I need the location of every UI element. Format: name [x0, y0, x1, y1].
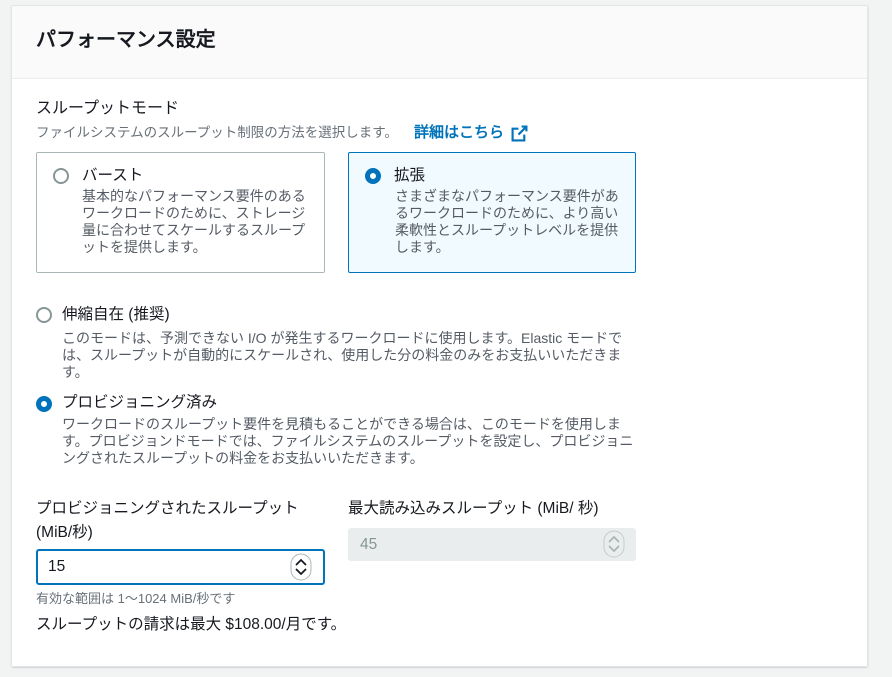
tile-enhanced[interactable]: 拡張 さまざまなパフォーマンス要件があるワークロードのために、より高い柔軟性とス… — [348, 152, 636, 273]
billing-note: スループットの請求は最大 $108.00/月です。 — [36, 616, 347, 633]
option-label-provisioned: プロビジョニング済み — [62, 394, 218, 411]
stepper-icon — [603, 530, 625, 558]
throughput-mode-description: ファイルシステムのスループット制限の方法を選択します。 — [36, 125, 398, 140]
max-read-throughput-label: 最大読み込みスループット (MiB/ 秒) — [348, 500, 599, 517]
tile-description-bursting: 基本的なパフォーマンス要件のあるワークロードのために、ストレージ量に合わせてスケ… — [82, 188, 306, 255]
tile-title-enhanced: 拡張 — [394, 167, 426, 184]
provisioned-throughput-field[interactable] — [36, 549, 325, 585]
panel-title: パフォーマンス設定 — [36, 29, 216, 51]
throughput-mode-label: スループットモード — [36, 100, 180, 117]
radio-enhanced[interactable] — [365, 168, 381, 184]
external-link-icon[interactable] — [511, 125, 528, 142]
radio-bursting[interactable] — [53, 168, 69, 184]
radio-elastic[interactable] — [36, 307, 52, 323]
provisioned-throughput-input[interactable] — [38, 551, 323, 583]
stepper-outline — [603, 530, 625, 558]
option-elastic[interactable]: 伸縮自在 (推奨) このモードは、予測できない I/O が発生するワークロードに… — [36, 305, 656, 385]
radio-provisioned[interactable] — [36, 396, 52, 412]
tile-description-enhanced: さまざまなパフォーマンス要件があるワークロードのために、より高い柔軟性とスループ… — [395, 188, 619, 255]
stepper-icon[interactable] — [290, 553, 312, 581]
stepper-outline — [290, 553, 312, 581]
tile-bursting[interactable]: バースト 基本的なパフォーマンス要件のあるワークロードのために、ストレージ量に合… — [36, 152, 325, 273]
provisioned-throughput-constraint: 有効な範囲は 1〜1024 MiB/秒です — [36, 591, 236, 606]
option-description-provisioned: ワークロードのスループット要件を見積もることができる場合は、このモードを使用しま… — [62, 416, 634, 466]
external-link-icon-arrow — [517, 125, 528, 135]
throughput-mode-description-row: ファイルシステムのスループット制限の方法を選択します。 詳細はこちら — [36, 124, 528, 142]
tile-title-bursting: バースト — [82, 167, 144, 184]
option-description-elastic: このモードは、予測できない I/O が発生するワークロードに使用します。Elas… — [62, 330, 623, 380]
option-provisioned[interactable]: プロビジョニング済み ワークロードのスループット要件を見積もることができる場合は… — [36, 393, 656, 473]
provisioned-throughput-label: プロビジョニングされたスループット (MiB/秒) — [36, 500, 299, 541]
option-label-elastic: 伸縮自在 (推奨) — [62, 306, 170, 323]
max-read-throughput-input — [349, 529, 635, 560]
learn-more-link[interactable]: 詳細はこちら — [414, 124, 528, 142]
max-read-throughput-field — [348, 528, 636, 561]
performance-settings-panel: パフォーマンス設定 スループットモード ファイルシステムのスループット制限の方法… — [12, 6, 867, 666]
panel-header: パフォーマンス設定 — [12, 6, 867, 79]
learn-more-link-label[interactable]: 詳細はこちら — [414, 124, 504, 142]
